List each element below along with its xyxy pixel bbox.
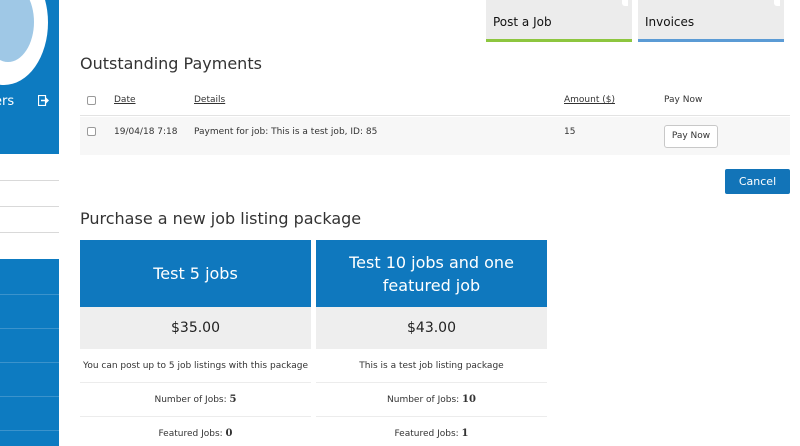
column-details[interactable]: Details [194, 95, 225, 105]
column-date[interactable]: Date [114, 95, 136, 105]
column-pay-now: Pay Now [664, 95, 703, 105]
sidebar-item[interactable] [0, 232, 59, 233]
column-amount[interactable]: Amount ($) [564, 95, 615, 105]
row-amount: 15 [564, 127, 576, 137]
avatar[interactable] [0, 0, 48, 85]
jobs-label: Number of Jobs: [387, 395, 460, 405]
package-name: Test 5 jobs [80, 240, 311, 307]
package-description: You can post up to 5 job listings with t… [80, 349, 311, 383]
logout-icon[interactable] [38, 95, 49, 106]
package-name: Test 10 jobs and one featured job [316, 240, 547, 307]
sidebar-divider [0, 396, 59, 397]
package-price: $43.00 [316, 307, 547, 349]
package-price: $35.00 [80, 307, 311, 349]
package-featured-row: Featured Jobs: 1 [316, 417, 547, 446]
featured-value: 0 [225, 428, 233, 439]
select-all-checkbox[interactable] [87, 96, 96, 105]
jobs-value: 10 [462, 394, 476, 405]
sidebar: ers [0, 0, 59, 446]
sidebar-divider [0, 362, 59, 363]
tile-corner [774, 0, 780, 6]
packages-title: Purchase a new job listing package [80, 209, 362, 228]
featured-value: 1 [461, 428, 469, 439]
table-row: 19/04/18 7:18 Payment for job: This is a… [80, 117, 790, 155]
table-header: Date Details Amount ($) Pay Now [80, 86, 790, 116]
pay-now-button[interactable]: Pay Now [664, 125, 718, 148]
package-featured-row: Featured Jobs: 0 [80, 417, 311, 446]
sidebar-divider [0, 328, 59, 329]
package-card: Test 5 jobs $35.00 You can post up to 5 … [80, 240, 311, 446]
sidebar-menu-white [0, 154, 59, 259]
sidebar-item[interactable] [0, 206, 59, 207]
package-card: Test 10 jobs and one featured job $43.00… [316, 240, 547, 446]
outstanding-payments-title: Outstanding Payments [80, 54, 262, 73]
jobs-label: Number of Jobs: [154, 395, 227, 405]
cancel-button[interactable]: Cancel [725, 169, 790, 194]
row-checkbox[interactable] [87, 127, 96, 136]
package-jobs-row: Number of Jobs: 5 [80, 383, 311, 417]
sidebar-user[interactable]: ers [0, 92, 59, 112]
invoices-label: Invoices [645, 15, 695, 29]
sidebar-item[interactable] [0, 180, 59, 181]
featured-label: Featured Jobs: [394, 429, 459, 439]
sidebar-user-label: ers [0, 94, 15, 109]
row-date: 19/04/18 7:18 [114, 127, 178, 137]
post-a-job-label: Post a Job [493, 15, 552, 29]
package-jobs-row: Number of Jobs: 10 [316, 383, 547, 417]
tile-corner [622, 0, 628, 6]
jobs-value: 5 [229, 394, 237, 405]
featured-label: Featured Jobs: [158, 429, 223, 439]
sidebar-divider [0, 430, 59, 431]
package-description: This is a test job listing package [316, 349, 547, 383]
invoices-tile[interactable]: Invoices [638, 0, 784, 42]
row-details: Payment for job: This is a test job, ID:… [194, 127, 378, 137]
post-a-job-tile[interactable]: Post a Job [486, 0, 632, 42]
sidebar-divider [0, 294, 59, 295]
